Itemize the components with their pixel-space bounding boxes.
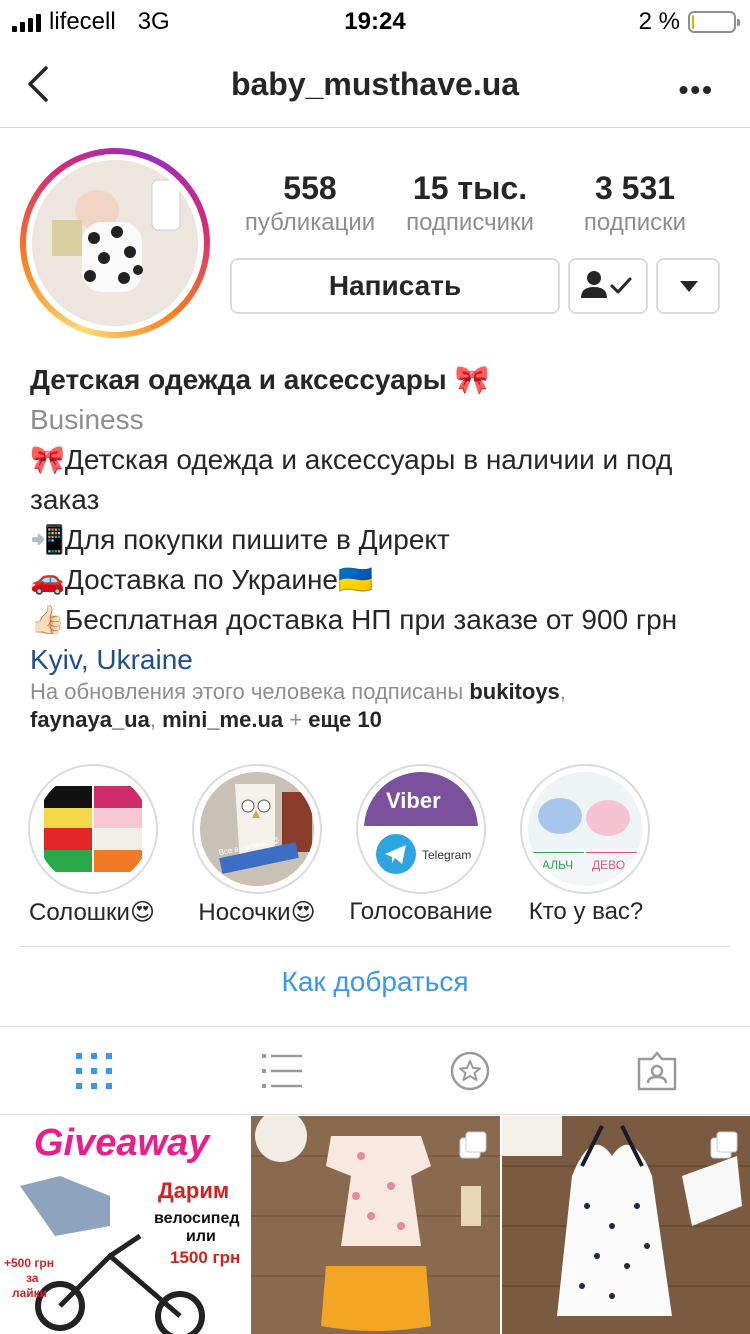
tagged-photos-icon[interactable]: [637, 1051, 677, 1091]
giveaway-text: 1500 грн: [170, 1248, 241, 1267]
bio-line: 📲Для покупки пишите в Директ: [30, 524, 450, 555]
profile-stats: 558 публикации 15 тыс. подписчики 3 531 …: [230, 170, 730, 237]
list-view-icon[interactable]: [262, 1051, 302, 1091]
caret-down-icon: [680, 281, 698, 292]
following-check-icon: [581, 271, 632, 298]
highlight-nosochki[interactable]: Все в наличии😍: [192, 764, 322, 894]
stat-followers[interactable]: 15 тыс. подписчики: [390, 170, 550, 237]
highlight-kto-u-vas[interactable]: АЛЬЧ ДЕВО: [520, 764, 650, 894]
stat-following[interactable]: 3 531 подписки: [550, 170, 720, 237]
followed-by-user[interactable]: faynaya_ua: [30, 707, 150, 732]
bio-line: 👍🏻Бесплатная доставка НП при заказе от 9…: [30, 604, 678, 635]
post-grid: Giveaway Дарим велосипед или 1500 грн +5…: [0, 1116, 750, 1334]
directions-link[interactable]: Как добраться: [0, 966, 750, 998]
highlight-cover: АЛЬЧ ДЕВО: [528, 772, 642, 886]
stat-value: 558: [283, 170, 337, 206]
battery-icon: [688, 11, 740, 33]
divider: [20, 946, 730, 947]
profile-category: Business: [30, 404, 144, 435]
stat-posts[interactable]: 558 публикации: [230, 170, 390, 237]
post-thumbnail[interactable]: [251, 1116, 500, 1334]
highlight-golosovanie[interactable]: Viber Telegram: [356, 764, 486, 894]
stat-label: публикации: [244, 209, 376, 236]
giveaway-text: или: [186, 1228, 216, 1245]
stat-label: подписки: [583, 209, 687, 236]
stat-value: 15 тыс.: [412, 170, 528, 206]
stat-label: подписчики: [406, 209, 534, 236]
bio-line: 🎀Детская одежда и аксессуары в наличии и…: [30, 444, 673, 515]
viber-logo: Viber: [386, 788, 441, 813]
profile-avatar[interactable]: [20, 148, 210, 338]
following-button[interactable]: [568, 258, 648, 314]
profile-full-name: Детская одежда и аксессуары 🎀: [30, 364, 490, 395]
profile-tabs: [0, 1027, 750, 1115]
giveaway-title: Giveaway: [34, 1122, 210, 1164]
highlight-cover: Все в наличии😍: [200, 772, 314, 886]
highlight-label: Солошки😍: [29, 899, 155, 926]
highlight-label: Голосование: [349, 898, 493, 925]
telegram-icon: [376, 834, 416, 874]
profile-bio: Детская одежда и аксессуары 🎀 Business 🎀…: [30, 360, 730, 680]
highlight-text: ДЕВО: [592, 858, 626, 872]
message-button[interactable]: Написать: [230, 258, 560, 314]
suggested-dropdown-button[interactable]: [656, 258, 720, 314]
followed-by-prefix: На обновления этого человека подписаны: [30, 679, 464, 704]
grid-view-icon[interactable]: [74, 1051, 114, 1091]
highlight-label: Кто у вас?: [528, 898, 644, 925]
giveaway-bonus: за: [26, 1271, 39, 1285]
followed-by-more[interactable]: еще 10: [308, 707, 382, 732]
nav-bar: baby_musthave.ua •••: [0, 40, 750, 128]
battery-percent: 2 %: [638, 8, 680, 35]
multiple-photos-icon: [710, 1131, 738, 1159]
telegram-label: Telegram: [422, 848, 472, 862]
followed-by-plus: +: [289, 707, 303, 732]
followed-by[interactable]: На обновления этого человека подписаны b…: [30, 678, 730, 734]
bio-line: 🚗Доставка по Украине🇺🇦: [30, 564, 373, 595]
followed-by-user[interactable]: mini_me.ua: [162, 707, 283, 732]
status-bar: lifecell 3G 19:24 2 %: [0, 0, 750, 40]
status-right: 2 %: [638, 8, 740, 36]
post-thumbnail[interactable]: Giveaway Дарим велосипед или 1500 грн +5…: [0, 1116, 249, 1334]
highlight-text: АЛЬЧ: [542, 858, 574, 872]
highlight-label: Носочки😍: [198, 899, 316, 926]
giveaway-bonus: +500 грн: [4, 1256, 54, 1270]
avatar-image: [32, 160, 198, 326]
more-options-icon[interactable]: •••: [679, 74, 714, 106]
profile-username: baby_musthave.ua: [230, 66, 520, 102]
giveaway-text: Дарим: [158, 1178, 230, 1203]
highlight-cover: Viber Telegram: [364, 772, 478, 886]
followed-by-user[interactable]: bukitoys: [469, 679, 559, 704]
profile-location-link[interactable]: Kyiv, Ukraine: [30, 640, 730, 680]
stat-value: 3 531: [594, 170, 676, 206]
multiple-photos-icon: [459, 1131, 487, 1159]
highlight-solochki[interactable]: [28, 764, 158, 894]
post-thumbnail[interactable]: [502, 1116, 750, 1334]
status-time: 19:24: [344, 8, 406, 35]
giveaway-text: велосипед: [154, 1210, 240, 1227]
giveaway-bonus: лайки: [12, 1286, 48, 1300]
guides-star-icon[interactable]: [450, 1051, 490, 1091]
highlight-cover: [36, 772, 150, 886]
